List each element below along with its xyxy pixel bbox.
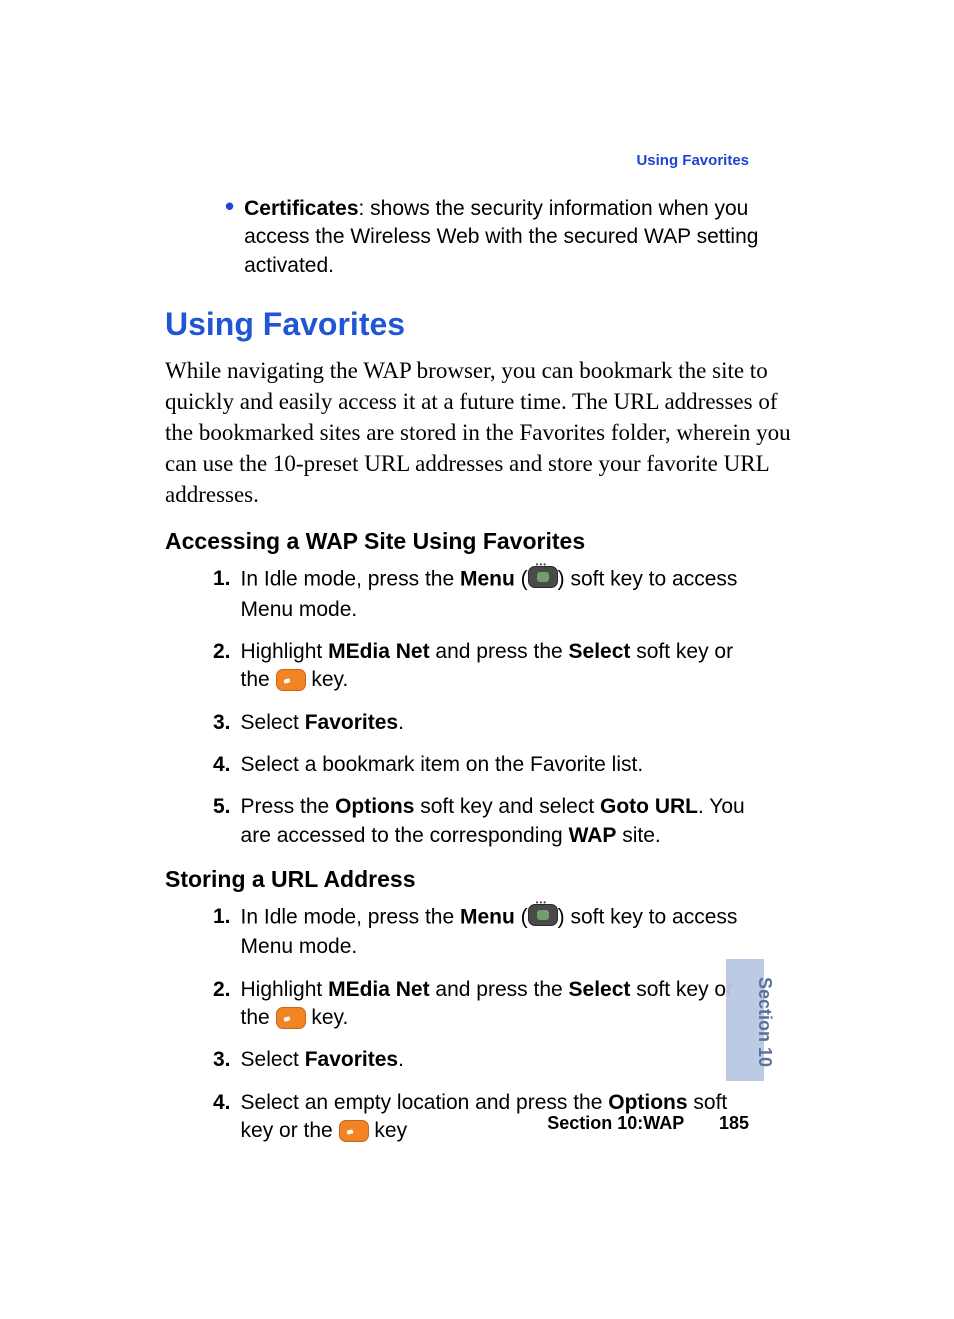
- step-text: Select a bookmark item on the Favorite l…: [241, 751, 764, 779]
- orange-key-icon: [339, 1120, 369, 1142]
- page-number: 185: [719, 1113, 749, 1134]
- orange-key-icon: [276, 669, 306, 691]
- step-item: 4. Select a bookmark item on the Favorit…: [213, 751, 794, 779]
- nav-key-icon: [528, 566, 558, 588]
- bullet-dot-icon: •: [225, 195, 234, 280]
- bullet-certificates: • Certificates: shows the security infor…: [225, 195, 794, 280]
- bullet-text: Certificates: shows the security informa…: [244, 195, 794, 280]
- step-number: 3.: [213, 1046, 231, 1074]
- step-number: 2.: [213, 638, 231, 695]
- step-item: 2. Highlight MEdia Net and press the Sel…: [213, 976, 794, 1033]
- footer-section: Section 10:WAP: [547, 1113, 684, 1133]
- step-text: Highlight MEdia Net and press the Select…: [241, 976, 764, 1033]
- document-page: Using Favorites • Certificates: shows th…: [0, 0, 954, 1319]
- step-item: 5. Press the Options soft key and select…: [213, 793, 794, 850]
- nav-key-icon: [528, 904, 558, 926]
- step-item: 3. Select Favorites.: [213, 1046, 794, 1074]
- running-header: Using Favorites: [636, 152, 749, 169]
- step-number: 4.: [213, 751, 231, 779]
- step-text: Select Favorites.: [241, 1046, 764, 1074]
- step-number: 3.: [213, 709, 231, 737]
- step-text: Highlight MEdia Net and press the Select…: [241, 638, 764, 695]
- step-number: 4.: [213, 1089, 231, 1146]
- step-text: Select Favorites.: [241, 709, 764, 737]
- subheading-storing: Storing a URL Address: [165, 866, 794, 893]
- heading-using-favorites: Using Favorites: [165, 306, 794, 343]
- side-tab-label: Section 10: [754, 977, 775, 1067]
- step-item: 3. Select Favorites.: [213, 709, 794, 737]
- steps-storing: 1. In Idle mode, press the Menu (•••) so…: [213, 903, 794, 1145]
- steps-accessing: 1. In Idle mode, press the Menu (•••) so…: [213, 565, 794, 850]
- step-text: In Idle mode, press the Menu (•••) soft …: [241, 565, 764, 624]
- orange-key-icon: [276, 1007, 306, 1029]
- page-footer: Section 10:WAP 185: [547, 1113, 749, 1134]
- step-item: 2. Highlight MEdia Net and press the Sel…: [213, 638, 794, 695]
- step-text: In Idle mode, press the Menu (•••) soft …: [241, 903, 764, 962]
- subheading-accessing: Accessing a WAP Site Using Favorites: [165, 528, 794, 555]
- step-item: 1. In Idle mode, press the Menu (•••) so…: [213, 903, 794, 962]
- step-number: 2.: [213, 976, 231, 1033]
- step-text: Press the Options soft key and select Go…: [241, 793, 764, 850]
- bullet-term: Certificates: [244, 197, 358, 220]
- step-number: 1.: [213, 903, 231, 962]
- step-item: 1. In Idle mode, press the Menu (•••) so…: [213, 565, 794, 624]
- step-number: 5.: [213, 793, 231, 850]
- step-number: 1.: [213, 565, 231, 624]
- intro-paragraph: While navigating the WAP browser, you ca…: [165, 355, 794, 510]
